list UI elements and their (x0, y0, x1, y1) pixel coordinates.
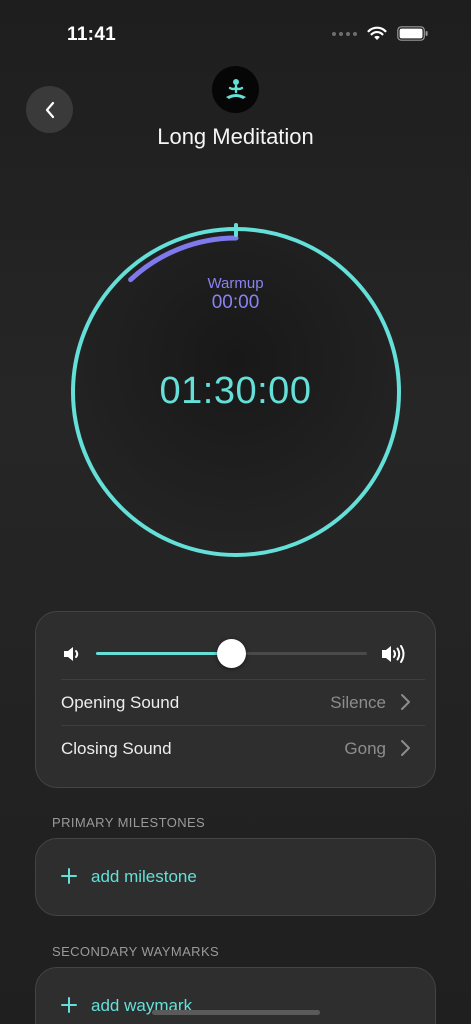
waymarks-section-title: SECONDARY WAYMARKS (52, 944, 220, 959)
status-time: 11:41 (67, 24, 117, 45)
closing-sound-row[interactable]: Closing Sound Gong (61, 726, 435, 771)
chevron-left-icon (45, 101, 54, 118)
add-waymark-button[interactable]: add waymark (35, 967, 436, 1024)
duration-time[interactable]: 01:30:00 (0, 370, 471, 413)
volume-slider-thumb[interactable] (217, 639, 246, 668)
warmup-time[interactable]: 00:00 (0, 292, 471, 314)
warmup-label: Warmup (207, 275, 264, 292)
meditation-icon (225, 78, 246, 99)
opening-sound-value: Silence (330, 692, 386, 712)
add-milestone-button[interactable]: add milestone (35, 838, 436, 916)
closing-sound-label: Closing Sound (61, 738, 172, 758)
chevron-right-icon (401, 694, 410, 710)
app-icon (212, 66, 259, 113)
home-indicator[interactable] (152, 1010, 320, 1015)
add-milestone-label: add milestone (91, 867, 197, 886)
plus-icon (61, 997, 77, 1013)
signal-icon (332, 31, 357, 36)
status-icons (332, 26, 429, 41)
closing-sound-value: Gong (344, 738, 386, 758)
volume-slider-fill (96, 652, 232, 655)
plus-icon (61, 868, 77, 884)
speaker-high-icon (382, 645, 405, 663)
page-title: Long Meditation (157, 124, 314, 149)
wifi-icon (367, 26, 387, 40)
battery-icon (397, 26, 428, 41)
speaker-low-icon (64, 647, 79, 661)
screen: 11:41 Long Meditation Warmup 00:00 01:30… (0, 0, 471, 1024)
chevron-right-icon (401, 740, 410, 756)
opening-sound-row[interactable]: Opening Sound Silence (61, 680, 435, 725)
milestones-section-title: PRIMARY MILESTONES (52, 815, 206, 830)
sound-settings-card: Opening Sound Silence Closing Sound Gong (35, 611, 436, 788)
opening-sound-label: Opening Sound (61, 692, 180, 712)
